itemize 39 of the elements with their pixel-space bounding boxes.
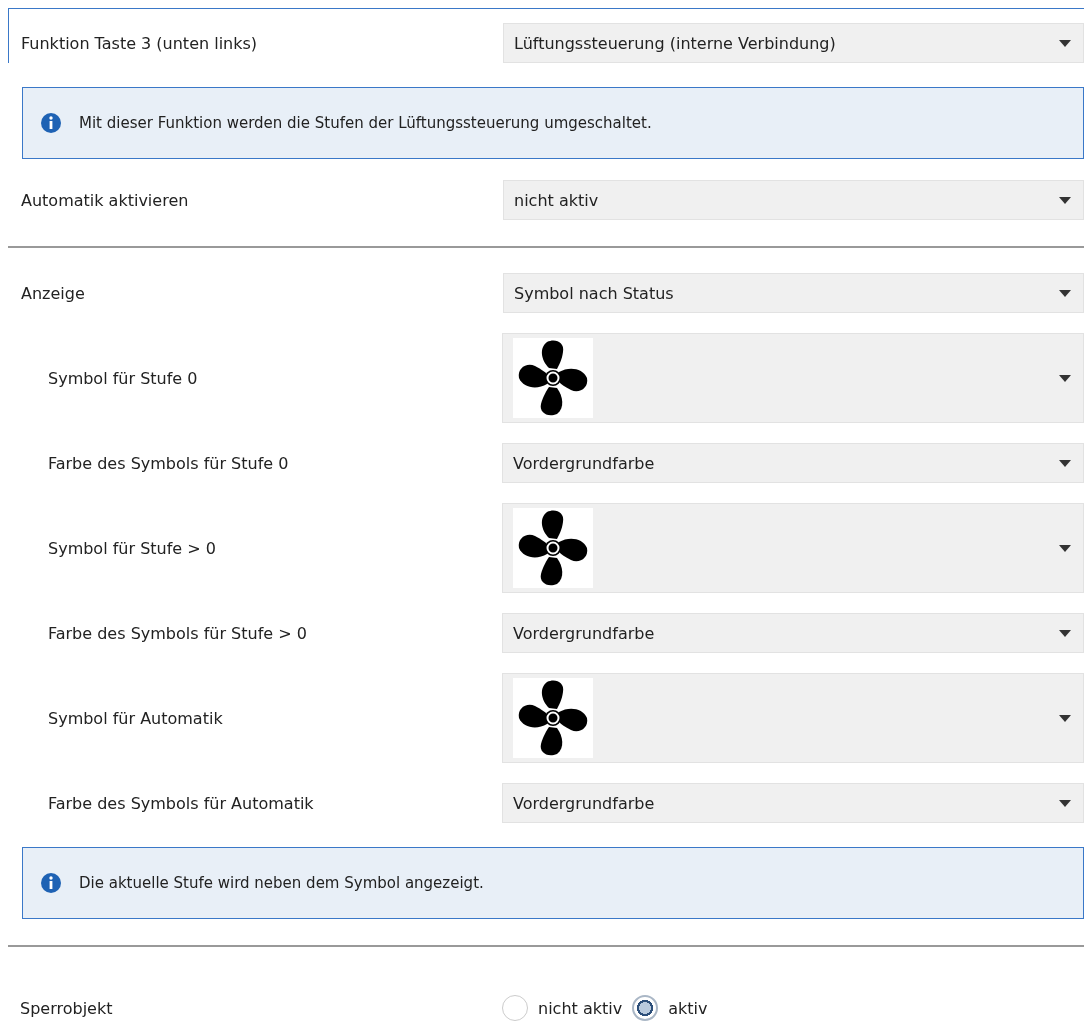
field-label: Sperrobjekt xyxy=(19,998,114,1018)
icon-dropdown[interactable] xyxy=(502,503,1084,593)
field-label: Automatik aktivieren xyxy=(20,190,190,210)
caret-icon xyxy=(1059,39,1071,47)
radio-button[interactable] xyxy=(632,995,659,1021)
caret-icon xyxy=(1059,714,1071,722)
caret-icon xyxy=(1059,544,1071,552)
radio-option[interactable]: nicht aktiv xyxy=(502,995,623,1021)
fan-icon xyxy=(513,678,593,758)
icon-dropdown[interactable] xyxy=(502,673,1084,763)
field-label: Symbol für Stufe 0 xyxy=(47,368,199,388)
field-label: Anzeige xyxy=(20,283,86,303)
field-label: Farbe des Symbols für Automatik xyxy=(47,793,315,813)
field-label: Symbol für Automatik xyxy=(47,708,224,728)
field-label: Symbol für Stufe > 0 xyxy=(47,538,217,558)
dropdown[interactable]: Vordergrundfarbe xyxy=(502,783,1084,823)
dropdown[interactable]: Lüftungssteuerung (interne Verbindung) xyxy=(503,23,1084,63)
dropdown[interactable]: Vordergrundfarbe xyxy=(502,613,1084,653)
radio-button[interactable] xyxy=(502,995,528,1021)
caret-icon xyxy=(1059,459,1071,467)
icon-dropdown[interactable] xyxy=(502,333,1084,423)
caret-icon xyxy=(1059,799,1071,807)
dropdown[interactable]: Vordergrundfarbe xyxy=(502,443,1084,483)
info-icon xyxy=(41,113,61,133)
radio-option[interactable]: aktiv xyxy=(632,995,708,1021)
field-label: Funktion Taste 3 (unten links) xyxy=(20,33,259,53)
dropdown[interactable]: nicht aktiv xyxy=(503,180,1084,220)
dropdown[interactable]: Symbol nach Status xyxy=(503,273,1084,313)
fan-icon xyxy=(513,508,593,588)
fan-icon xyxy=(513,338,593,418)
info-icon xyxy=(41,873,61,893)
caret-icon xyxy=(1059,196,1071,204)
caret-icon xyxy=(1059,374,1071,382)
field-label: Farbe des Symbols für Stufe 0 xyxy=(47,453,290,473)
info-text: Mit dieser Funktion werden die Stufen der Lüftungssteuerung umgeschaltet. xyxy=(79,114,652,132)
caret-icon xyxy=(1059,289,1071,297)
info-text: Die aktuelle Stufe wird neben dem Symbol angezeigt. xyxy=(79,874,484,892)
field-label: Farbe des Symbols für Stufe > 0 xyxy=(47,623,308,643)
caret-icon xyxy=(1059,629,1071,637)
